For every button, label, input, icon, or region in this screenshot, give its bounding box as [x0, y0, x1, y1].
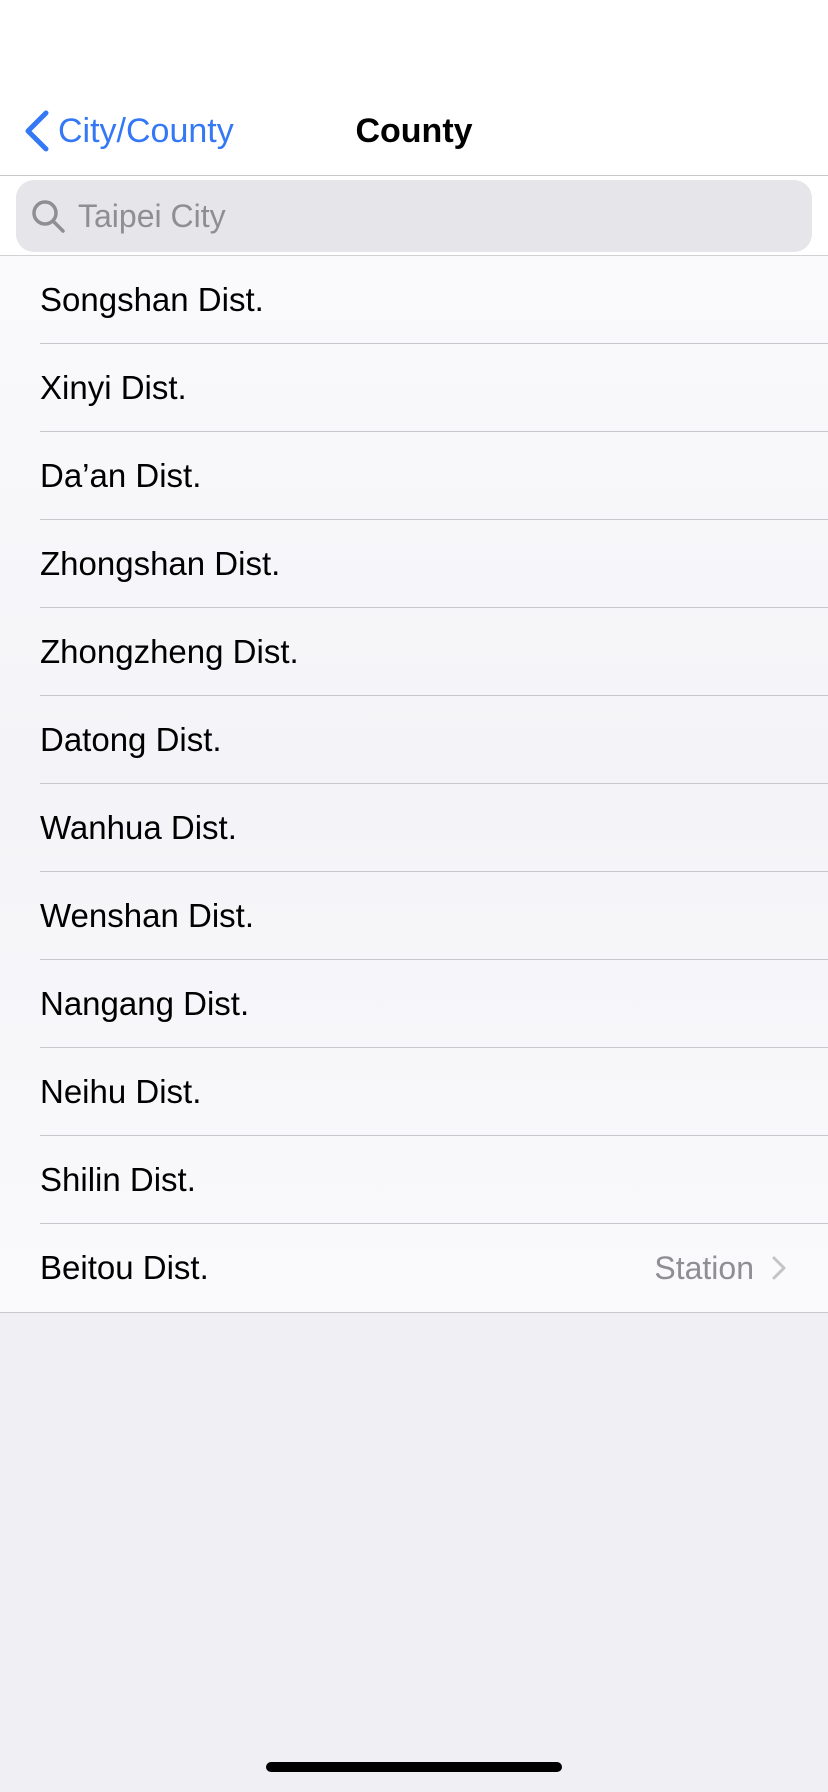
district-list: Songshan Dist. Xinyi Dist. Da’an Dist. Zhon… [0, 256, 828, 1313]
list-item[interactable]: Beitou Dist. Station [0, 1224, 828, 1312]
list-item[interactable]: Neihu Dist. [0, 1048, 828, 1136]
list-item-label: Zhongshan Dist. [40, 545, 281, 582]
list-item[interactable]: Zhongzheng Dist. [0, 608, 828, 696]
list-item[interactable]: Xinyi Dist. [0, 344, 828, 432]
list-item[interactable]: Nangang Dist. [0, 960, 828, 1048]
list-item[interactable]: Wanhua Dist. [0, 784, 828, 872]
page-title: County [355, 112, 473, 150]
search-field[interactable] [16, 180, 812, 252]
list-item-label: Xinyi Dist. [40, 369, 187, 406]
list-item-label: Wenshan Dist. [40, 897, 254, 934]
navigation-bar: City/County County [0, 88, 828, 176]
list-item-label: Zhongzheng Dist. [40, 633, 299, 670]
list-item-label: Shilin Dist. [40, 1161, 196, 1198]
list-item-label: Neihu Dist. [40, 1073, 202, 1110]
chevron-right-icon [772, 1256, 786, 1280]
list-item[interactable]: Shilin Dist. [0, 1136, 828, 1224]
list-item-label: Da’an Dist. [40, 457, 202, 494]
search-icon [32, 200, 65, 233]
list-item-label: Beitou Dist. [40, 1249, 209, 1286]
search-input[interactable] [78, 186, 778, 246]
list-item-label: Nangang Dist. [40, 985, 250, 1022]
home-indicator [266, 1762, 562, 1772]
list-item-label: Songshan Dist. [40, 281, 264, 318]
list-item[interactable]: Datong Dist. [0, 696, 828, 784]
list-item[interactable]: Zhongshan Dist. [0, 520, 828, 608]
status-bar [0, 0, 828, 88]
list-item[interactable]: Da’an Dist. [0, 432, 828, 520]
list-item-label: Datong Dist. [40, 721, 222, 758]
list-item-label: Wanhua Dist. [40, 809, 237, 846]
list-item-detail: Station [654, 1249, 754, 1286]
list-item[interactable]: Wenshan Dist. [0, 872, 828, 960]
list-item[interactable]: Songshan Dist. [0, 256, 828, 344]
search-bar [0, 176, 828, 256]
